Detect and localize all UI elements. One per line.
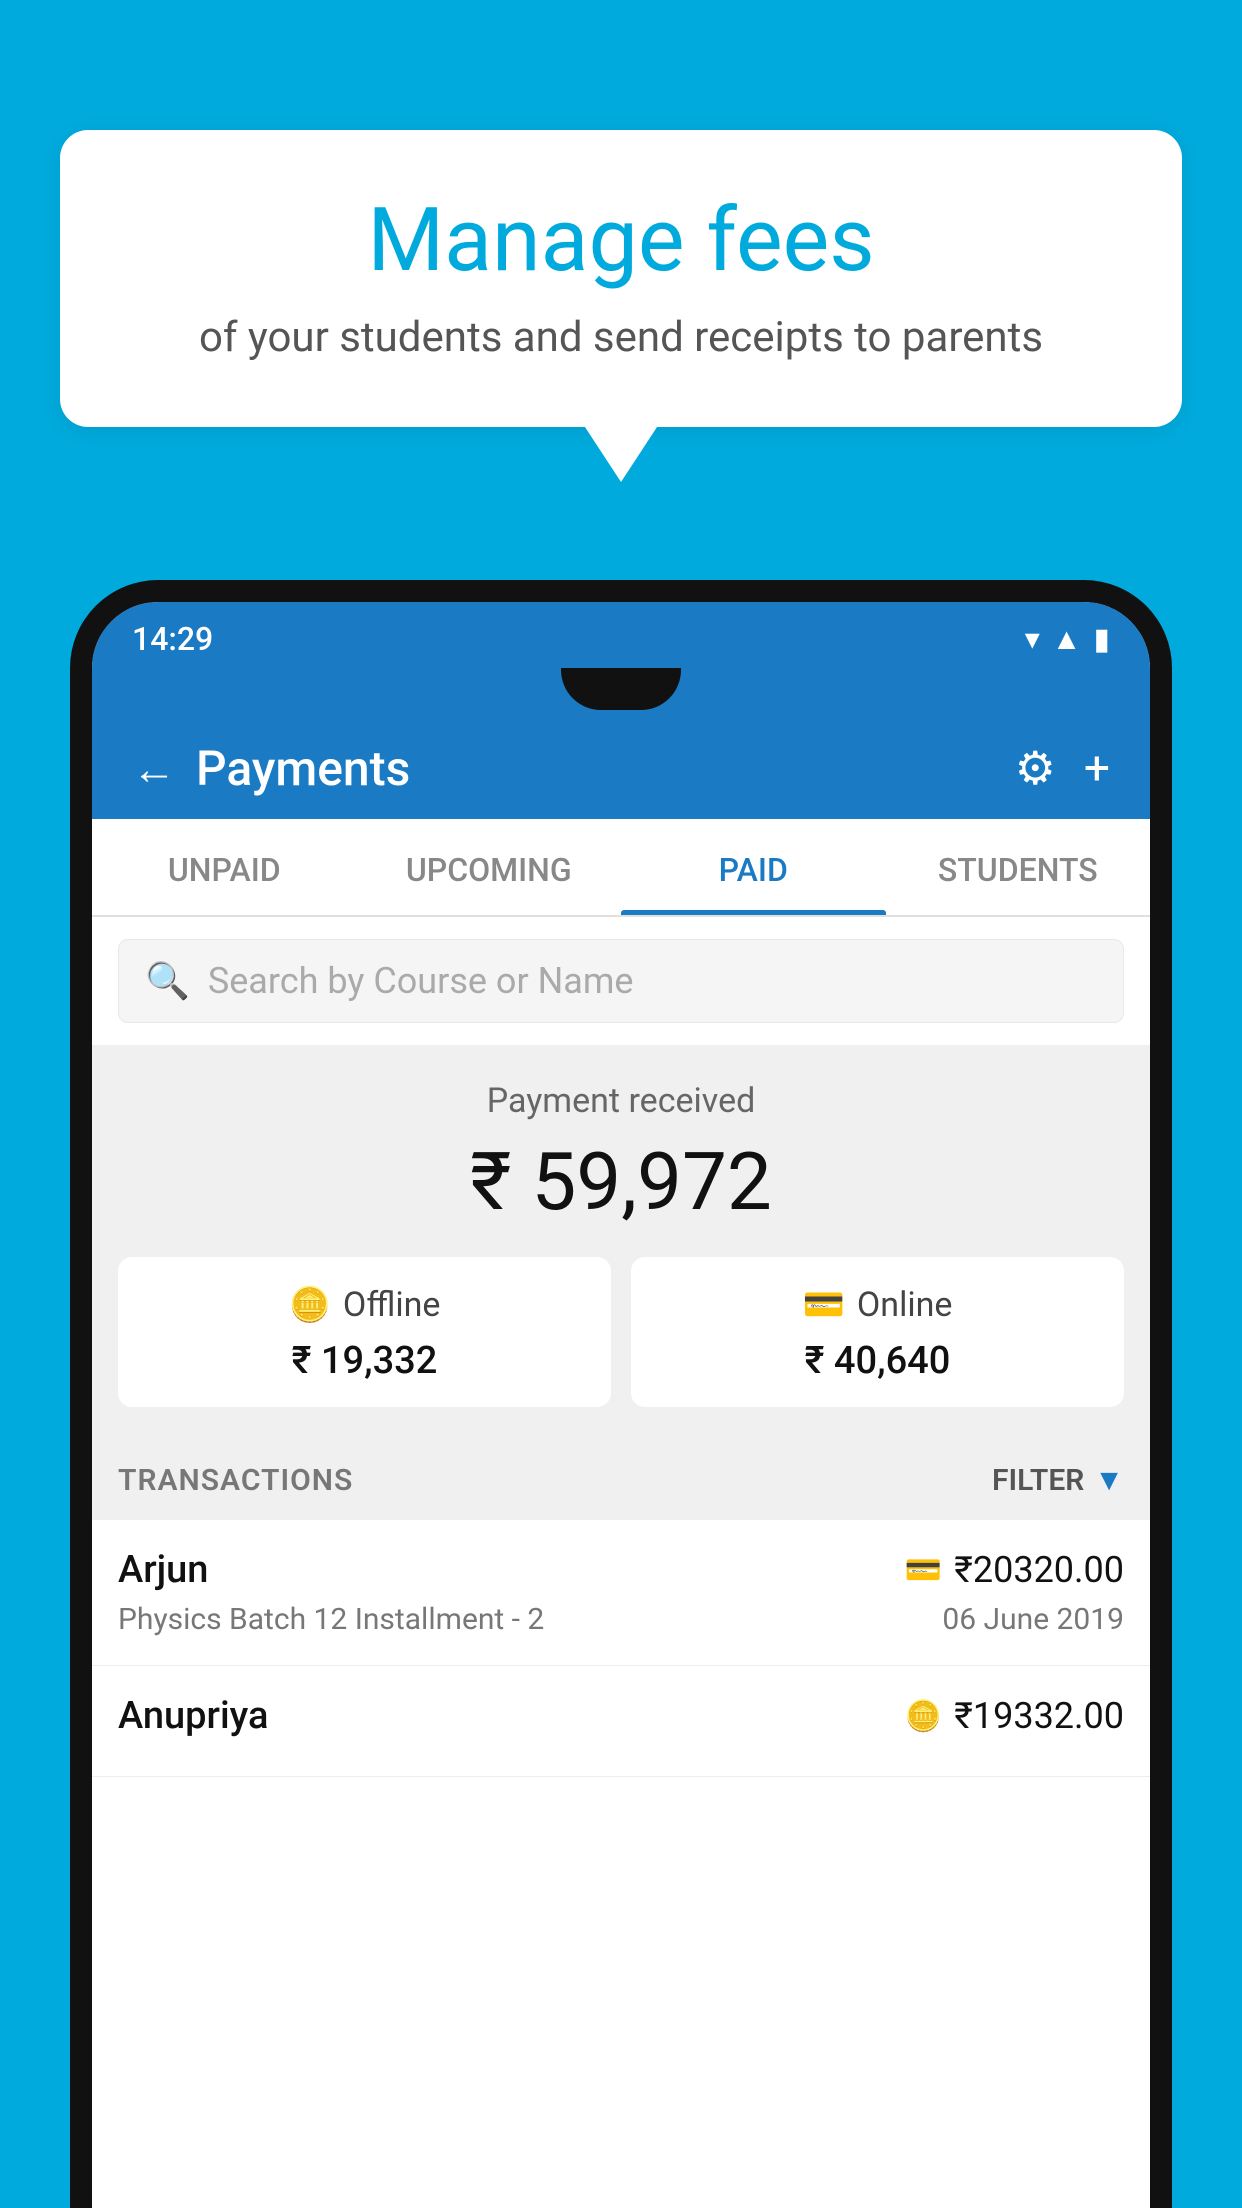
payment-total-amount: ₹ 59,972 [118,1135,1124,1229]
transactions-header: TRANSACTIONS FILTER ▼ [92,1441,1150,1520]
offline-icon: 🪙 [289,1285,331,1325]
transaction-row-2: Anupriya 🪙 ₹19332.00 [92,1666,1150,1777]
phone-frame: 14:29 ▾ ▲ ▮ ← Payments ⚙ + [70,580,1172,2208]
battery-icon: ▮ [1093,622,1110,657]
status-time: 14:29 [132,620,213,658]
online-label: Online [857,1285,953,1325]
app-bar: ← Payments ⚙ + [92,718,1150,819]
notch [561,668,681,710]
add-button[interactable]: + [1084,742,1110,796]
tab-paid[interactable]: PAID [621,819,886,915]
phone-screen: 14:29 ▾ ▲ ▮ ← Payments ⚙ + [92,602,1150,2208]
promo-title: Manage fees [110,190,1132,291]
tabs-container: UNPAID UPCOMING PAID STUDENTS [92,819,1150,917]
offline-label: Offline [343,1285,440,1325]
online-payment-card: 💳 Online ₹ 40,640 [631,1257,1124,1407]
transaction-row-top-2: Anupriya 🪙 ₹19332.00 [118,1694,1124,1738]
notch-area [92,668,1150,718]
transactions-label: TRANSACTIONS [118,1463,353,1498]
transaction-type-icon-1: 💳 [905,1553,942,1588]
settings-button[interactable]: ⚙ [1015,741,1056,796]
payment-cards: 🪙 Offline ₹ 19,332 💳 Online ₹ 40,640 [118,1257,1124,1407]
status-bar: 14:29 ▾ ▲ ▮ [92,602,1150,668]
transaction-row: Arjun 💳 ₹20320.00 Physics Batch 12 Insta… [92,1520,1150,1666]
transaction-course-1: Physics Batch 12 Installment - 2 [118,1602,544,1637]
transaction-date-1: 06 June 2019 [942,1602,1124,1637]
transaction-amount-container-2: 🪙 ₹19332.00 [905,1695,1124,1737]
app-bar-right: ⚙ + [1015,741,1110,796]
online-amount: ₹ 40,640 [651,1339,1104,1383]
offline-card-header: 🪙 Offline [138,1285,591,1325]
search-input[interactable]: Search by Course or Name [208,960,634,1002]
search-bar[interactable]: 🔍 Search by Course or Name [118,939,1124,1023]
signal-icon: ▲ [1052,622,1082,657]
wifi-icon: ▾ [1025,622,1040,657]
offline-payment-card: 🪙 Offline ₹ 19,332 [118,1257,611,1407]
app-bar-title: Payments [196,740,410,797]
tab-unpaid[interactable]: UNPAID [92,819,357,915]
online-icon: 💳 [803,1285,845,1325]
transactions-list: Arjun 💳 ₹20320.00 Physics Batch 12 Insta… [92,1520,1150,2208]
tab-upcoming[interactable]: UPCOMING [357,819,622,915]
transaction-type-icon-2: 🪙 [905,1699,942,1734]
filter-icon: ▼ [1094,1463,1124,1498]
phone-container: 14:29 ▾ ▲ ▮ ← Payments ⚙ + [70,580,1172,2208]
transaction-row-bottom-1: Physics Batch 12 Installment - 2 06 June… [118,1602,1124,1637]
search-icon: 🔍 [145,960,190,1002]
promo-card: Manage fees of your students and send re… [60,130,1182,427]
transaction-name-2: Anupriya [118,1694,268,1738]
offline-amount: ₹ 19,332 [138,1339,591,1383]
transaction-amount-container-1: 💳 ₹20320.00 [905,1549,1124,1591]
transaction-amount-1: ₹20320.00 [954,1549,1124,1591]
filter-button[interactable]: FILTER ▼ [992,1463,1124,1498]
promo-subtitle: of your students and send receipts to pa… [110,313,1132,362]
transaction-name-1: Arjun [118,1548,208,1592]
transaction-amount-2: ₹19332.00 [954,1695,1124,1737]
transaction-row-top-1: Arjun 💳 ₹20320.00 [118,1548,1124,1592]
speech-bubble: Manage fees of your students and send re… [60,130,1182,427]
payment-received-label: Payment received [118,1081,1124,1121]
filter-label: FILTER [992,1463,1084,1498]
payment-summary: Payment received ₹ 59,972 🪙 Offline ₹ 19… [92,1051,1150,1441]
search-container: 🔍 Search by Course or Name [92,917,1150,1045]
status-icons: ▾ ▲ ▮ [1025,622,1110,657]
back-button[interactable]: ← [132,743,176,795]
tab-students[interactable]: STUDENTS [886,819,1151,915]
online-card-header: 💳 Online [651,1285,1104,1325]
app-bar-left: ← Payments [132,740,410,797]
